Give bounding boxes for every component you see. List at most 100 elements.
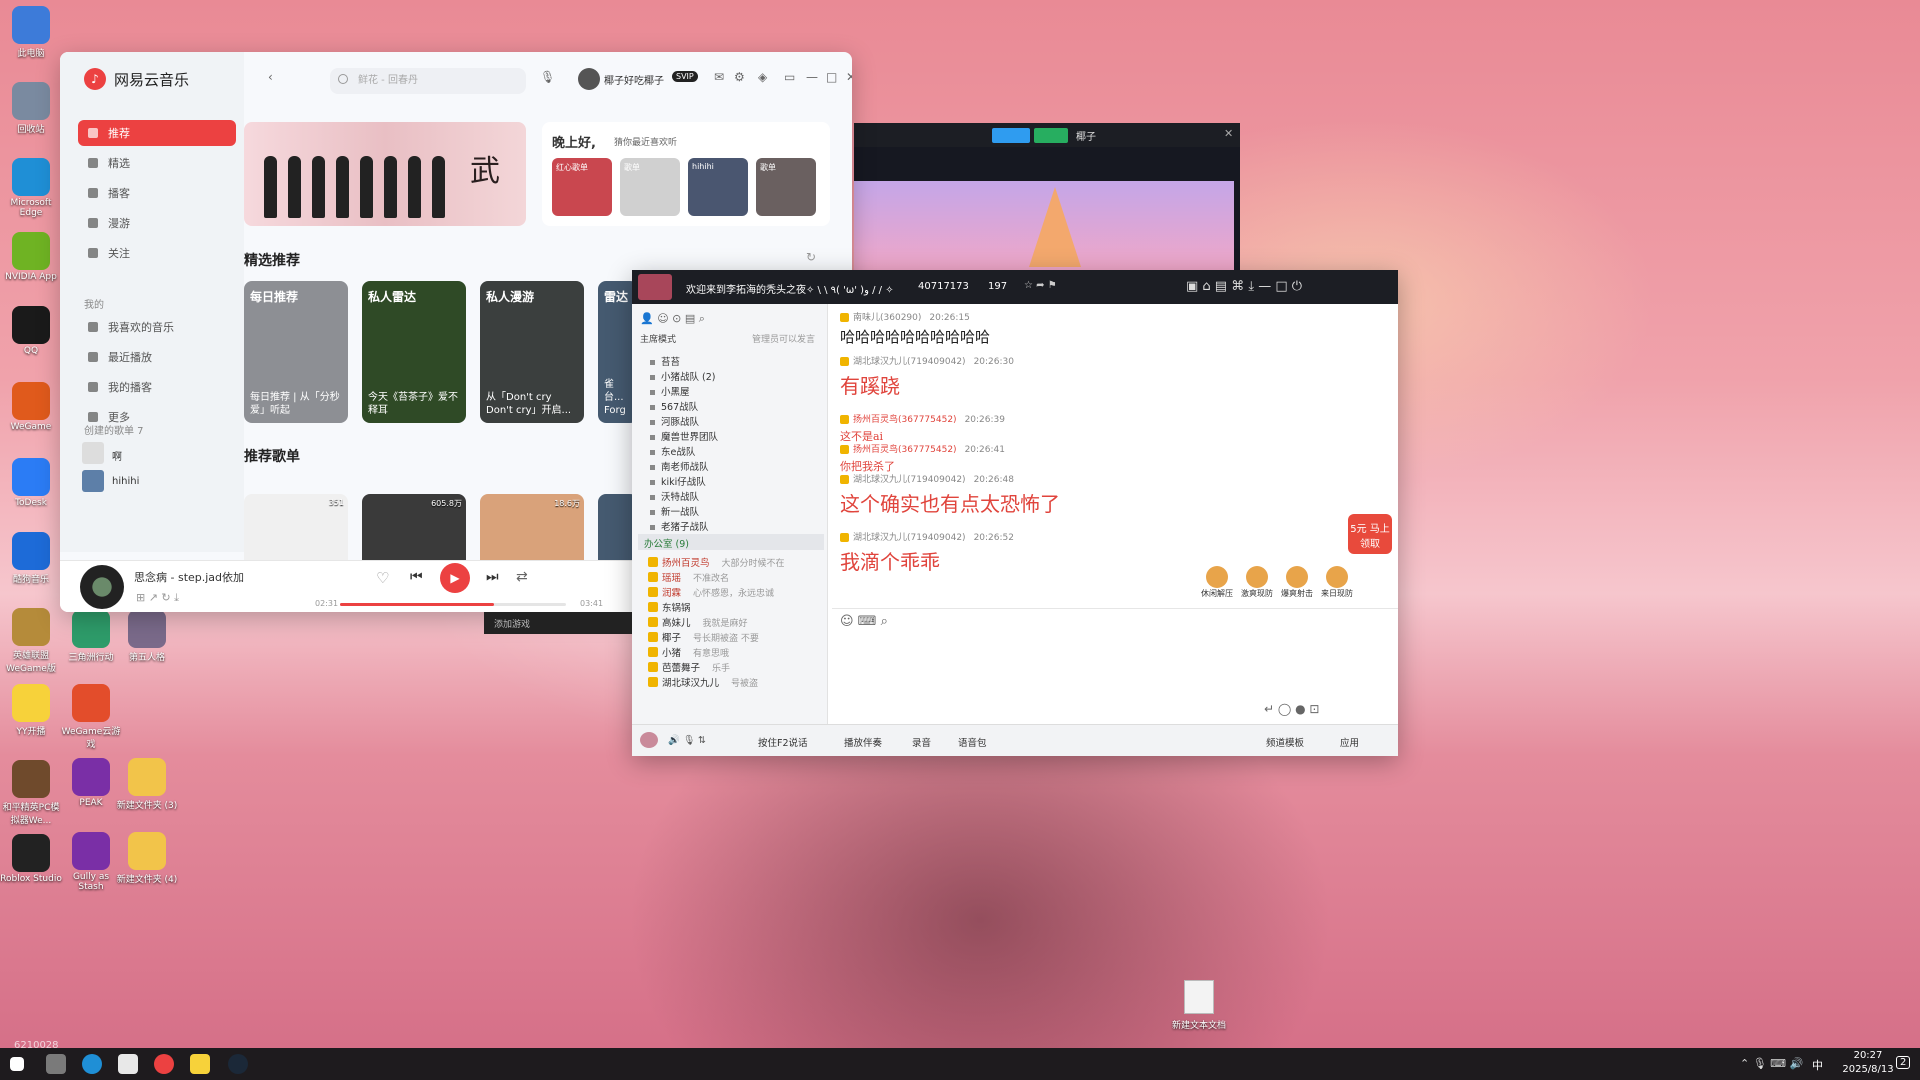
member-name[interactable]: 扬州百灵鸟 <box>662 555 710 569</box>
steam-icon[interactable] <box>228 1054 248 1074</box>
back-icon[interactable]: ‹ <box>268 70 273 84</box>
progress-track[interactable] <box>340 603 566 606</box>
playlist-item-label[interactable]: 啊 <box>112 448 122 463</box>
desktop-icon[interactable]: 第五人格 <box>116 610 178 663</box>
desktop-icon[interactable]: Microsoft Edge <box>0 158 62 218</box>
my-item[interactable]: 我喜欢的音乐 <box>78 314 236 340</box>
member-name[interactable]: 东锅锅 <box>662 600 691 614</box>
gift-item[interactable]: 来日现防 <box>1318 566 1356 599</box>
start-icon[interactable] <box>10 1057 24 1071</box>
message-icon[interactable]: ✉ <box>714 70 724 84</box>
text-file-icon[interactable] <box>1184 980 1214 1014</box>
clock-date[interactable]: 2025/8/13 <box>1838 1064 1898 1075</box>
play-button[interactable]: ▶ <box>440 563 470 593</box>
stream-speaker-button[interactable] <box>992 128 1030 143</box>
nav-item[interactable]: 精选 <box>78 150 236 176</box>
channel-group[interactable]: 567战队 <box>650 399 698 413</box>
text-file-label[interactable]: 新建文本文档 <box>1166 1018 1232 1031</box>
taskbar-app-icon[interactable] <box>46 1054 66 1074</box>
desktop-icon[interactable]: 新建文件夹 (4) <box>116 832 178 885</box>
netease-music-icon[interactable] <box>154 1054 174 1074</box>
promo-badge[interactable]: 5元 马上领取 <box>1348 514 1392 554</box>
search-input[interactable]: 鲜花 - 回春丹 <box>330 68 526 94</box>
voice-pack-button[interactable]: 语音包 <box>958 735 987 749</box>
nav-item[interactable]: 漫游 <box>78 210 236 236</box>
message-user[interactable]: 湖北球汉九儿(719409042) <box>853 533 966 543</box>
yy-icon[interactable] <box>190 1054 210 1074</box>
now-playing-title[interactable]: 思念病 - step.jad依加 <box>134 569 274 585</box>
user-icon[interactable]: 👤 ☺ ⊙ ▤ ⌕ <box>640 312 705 326</box>
mini-playlist-card[interactable]: 红心歌单 <box>552 158 612 216</box>
refresh-icon[interactable]: ↻ <box>806 250 816 264</box>
desktop-icon[interactable]: QQ <box>0 306 62 356</box>
stream-notify-button[interactable] <box>1034 128 1068 143</box>
add-game-tab[interactable]: 添加游戏 <box>484 612 632 634</box>
playlist-item-label[interactable]: hihihi <box>112 476 139 487</box>
stream-window[interactable]: 椰子 ✕ <box>854 123 1240 273</box>
close-icon[interactable]: ✕ <box>846 70 852 84</box>
desktop-icon[interactable]: PEAK <box>60 758 122 808</box>
skin-icon[interactable]: ◈ <box>758 70 767 84</box>
gear-icon[interactable]: ⚙ <box>734 70 745 84</box>
message-user[interactable]: 湖北球汉九儿(719409042) <box>853 357 966 367</box>
channel-group[interactable]: 南老师战队 <box>650 459 709 473</box>
favorite-icon[interactable]: ☆ ➦ ⚑ <box>1024 280 1057 291</box>
member-row[interactable]: 润霖 心怀感恩，永远忠诚 <box>648 584 774 600</box>
gift-item[interactable]: 爆爽射击 <box>1278 566 1316 599</box>
mini-playlist-card[interactable]: 歌单 <box>620 158 680 216</box>
channel-group[interactable]: 苔苔 <box>650 354 680 368</box>
desktop-icon[interactable]: 此电脑 <box>0 6 62 59</box>
clock-time[interactable]: 20:27 <box>1838 1050 1898 1061</box>
desktop-icon[interactable]: ToDesk <box>0 458 62 508</box>
banner-carousel[interactable]: 武 <box>244 122 526 226</box>
notification-badge[interactable]: 2 <box>1896 1056 1911 1069</box>
member-row[interactable]: 瑶瑶 不准改名 <box>648 569 729 585</box>
record-button[interactable]: 录音 <box>912 735 931 749</box>
apps-button[interactable]: 应用 <box>1340 735 1359 749</box>
desktop-icon[interactable]: WeGame <box>0 382 62 432</box>
member-name[interactable]: 小猪 <box>662 645 681 659</box>
message-user[interactable]: 扬州百灵鸟(367775452) <box>853 445 957 455</box>
member-name[interactable]: 高妹儿 <box>662 615 691 629</box>
desktop-icon[interactable]: 英雄联盟 WeGame版 <box>0 608 62 674</box>
recommend-card[interactable]: 每日推荐 每日推荐 | 从「分秒爱」听起 <box>244 281 348 423</box>
nav-item[interactable]: 关注 <box>78 240 236 266</box>
member-row[interactable]: 芭蕾舞子 乐手 <box>648 659 730 675</box>
office-channel-label[interactable]: 办公室 (9) <box>644 536 689 550</box>
mini-playlist-card[interactable]: hihihi <box>688 158 748 216</box>
channel-group[interactable]: 新一战队 <box>650 504 699 518</box>
channel-template-button[interactable]: 频道模板 <box>1266 735 1304 749</box>
channel-group[interactable]: 老猪子战队 <box>650 519 709 533</box>
accompaniment-button[interactable]: 播放伴奏 <box>844 735 882 749</box>
close-icon[interactable]: ✕ <box>1224 127 1233 140</box>
member-row[interactable]: 高妹儿 我就是麻好 <box>648 614 748 630</box>
recommend-card[interactable]: 私人漫游 从「Don't cry Don't cry」开启... <box>480 281 584 423</box>
send-options-icon[interactable]: ↵ ◯ ● ⊡ <box>1264 702 1319 716</box>
tray-icons[interactable]: ⌃ 🎙 ⌨ 🔊 <box>1740 1057 1803 1070</box>
speaker-icon[interactable]: 🔊 🎙 ⇅ <box>668 735 706 746</box>
toolbar-icons[interactable]: ▣ ⌂ ▤ ⌘ ⤓ — □ ⏻ <box>1186 279 1302 294</box>
desktop-icon[interactable]: 酷狗音乐 <box>0 532 62 585</box>
mode-selector[interactable]: 主席模式 <box>640 332 676 345</box>
shuffle-icon[interactable]: ⇄ <box>516 569 528 585</box>
mini-playlist-card[interactable]: 歌单 <box>756 158 816 216</box>
like-icon[interactable]: ♡ <box>376 569 389 587</box>
message-user[interactable]: 湖北球汉九儿(719409042) <box>853 475 966 485</box>
member-name[interactable]: 芭蕾舞子 <box>662 660 700 674</box>
my-avatar[interactable] <box>640 732 658 748</box>
member-name[interactable]: 润霖 <box>662 585 681 599</box>
next-icon[interactable]: ⏭ <box>486 569 499 585</box>
playlist-add-icon[interactable]: ⊞ ↗ ↻ ⤓ <box>136 591 179 605</box>
desktop-icon[interactable]: 回收站 <box>0 82 62 135</box>
gift-item[interactable]: 激爽现防 <box>1238 566 1276 599</box>
channel-group[interactable]: 沃特战队 <box>650 489 699 503</box>
taskbar-app-icon[interactable] <box>118 1054 138 1074</box>
member-row[interactable]: 扬州百灵鸟 大部分时候不在 <box>648 554 785 570</box>
desktop-icon[interactable]: Roblox Studio <box>0 834 62 884</box>
channel-group[interactable]: 魔兽世界团队 <box>650 429 718 443</box>
album-art[interactable] <box>80 565 124 609</box>
desktop-icon[interactable]: Gully as Stash <box>60 832 122 892</box>
message-user[interactable]: 扬州百灵鸟(367775452) <box>853 415 957 425</box>
maximize-icon[interactable]: □ <box>826 70 837 84</box>
desktop-icon[interactable]: YY开播 <box>0 684 62 737</box>
